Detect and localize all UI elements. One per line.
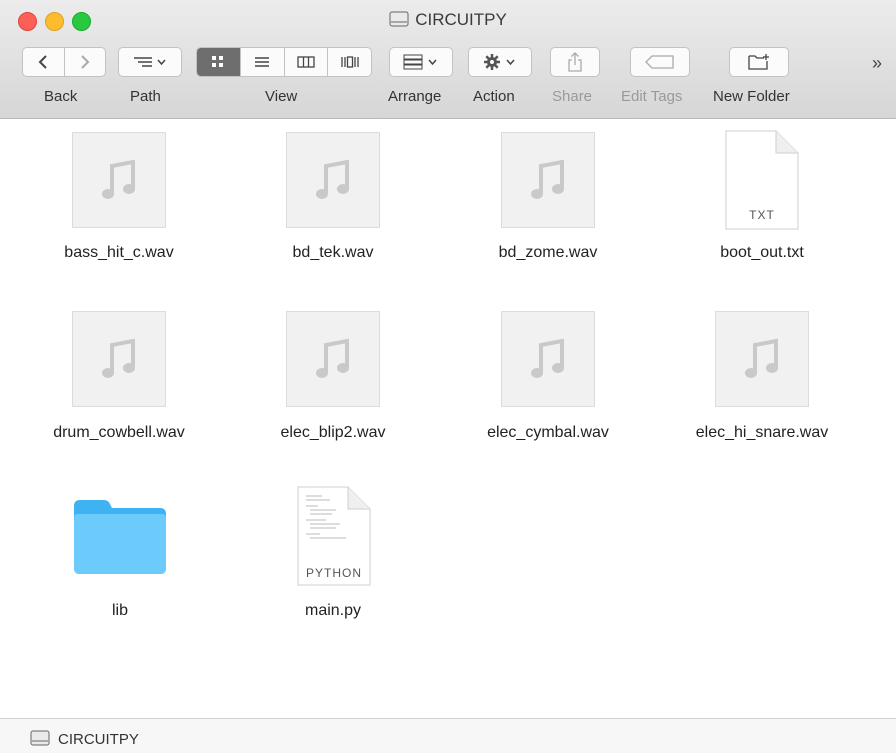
new-folder-label: New Folder xyxy=(713,88,790,105)
file-thumbnail[interactable] xyxy=(501,132,595,228)
file-name[interactable]: bass_hit_c.wav xyxy=(52,244,186,262)
back-forward-buttons xyxy=(22,47,106,77)
back-button[interactable] xyxy=(23,48,65,76)
view-segmented-control xyxy=(196,47,372,77)
file-name[interactable]: elec_cymbal.wav xyxy=(466,424,630,442)
file-name[interactable]: bd_zome.wav xyxy=(481,244,615,262)
file-name[interactable]: bd_tek.wav xyxy=(266,244,400,262)
file-thumbnail[interactable] xyxy=(72,311,166,407)
music-note-icon xyxy=(102,338,135,378)
toolbar-overflow-button[interactable]: » xyxy=(872,53,882,74)
view-label: View xyxy=(265,88,298,105)
chevron-left-icon xyxy=(38,55,47,69)
view-gallery-button[interactable] xyxy=(327,48,371,76)
columns-icon xyxy=(297,56,315,68)
music-note-icon xyxy=(102,159,135,199)
file-thumbnail[interactable] xyxy=(501,311,595,407)
python-document-icon[interactable]: PYTHON xyxy=(296,486,372,591)
forward-button[interactable] xyxy=(65,48,106,76)
edit-tags-button[interactable] xyxy=(630,47,690,77)
icon-grid-icon xyxy=(212,56,224,67)
music-note-icon xyxy=(316,338,349,378)
file-name[interactable]: elec_blip2.wav xyxy=(256,424,410,442)
view-list-button[interactable] xyxy=(239,48,284,76)
text-document-icon[interactable]: TXT xyxy=(724,130,800,235)
cover-flow-icon xyxy=(340,56,359,68)
music-note-icon xyxy=(531,338,564,378)
music-note-icon xyxy=(531,159,564,199)
finder-toolbar: CIRCUITPY Back Path View Arrange Action … xyxy=(0,0,896,119)
arrange-label: Arrange xyxy=(388,88,442,105)
view-icons-button[interactable] xyxy=(197,48,240,76)
music-note-icon xyxy=(745,338,778,378)
disk-icon xyxy=(30,729,50,752)
file-type-badge: PYTHON xyxy=(305,566,362,580)
file-name[interactable]: lib xyxy=(70,602,170,620)
path-bar: CIRCUITPY xyxy=(0,718,896,753)
window-title: CIRCUITPY xyxy=(0,10,896,33)
file-thumbnail[interactable] xyxy=(286,311,380,407)
path-label: Path xyxy=(130,88,161,105)
file-thumbnail[interactable] xyxy=(715,311,809,407)
view-columns-button[interactable] xyxy=(283,48,328,76)
gear-icon xyxy=(484,54,515,70)
path-bar-item[interactable]: CIRCUITPY xyxy=(58,731,139,748)
file-type-badge: TXT xyxy=(749,208,775,222)
file-name[interactable]: elec_hi_snare.wav xyxy=(672,424,852,442)
edit-tags-label: Edit Tags xyxy=(621,88,683,105)
file-name[interactable]: boot_out.txt xyxy=(695,244,829,262)
chevron-right-icon xyxy=(81,55,90,69)
music-note-icon xyxy=(316,159,349,199)
share-icon xyxy=(568,52,582,72)
tag-icon xyxy=(645,55,674,69)
folder-icon[interactable] xyxy=(72,496,168,581)
arrange-grid-icon xyxy=(403,54,437,70)
share-label: Share xyxy=(552,88,593,105)
disk-icon xyxy=(389,10,409,33)
new-folder-button[interactable] xyxy=(729,47,789,77)
action-button[interactable] xyxy=(468,47,532,77)
arrange-button[interactable] xyxy=(389,47,453,77)
file-thumbnail[interactable] xyxy=(72,132,166,228)
file-thumbnail[interactable] xyxy=(286,132,380,228)
path-list-icon xyxy=(134,57,166,67)
share-button[interactable] xyxy=(550,47,600,77)
file-name[interactable]: drum_cowbell.wav xyxy=(32,424,206,442)
back-label: Back xyxy=(44,88,78,105)
new-folder-icon xyxy=(748,54,769,70)
path-button[interactable] xyxy=(118,47,182,77)
list-icon xyxy=(255,57,270,67)
file-name[interactable]: main.py xyxy=(283,602,383,620)
action-label: Action xyxy=(473,88,515,105)
window-title-text: CIRCUITPY xyxy=(415,10,507,29)
